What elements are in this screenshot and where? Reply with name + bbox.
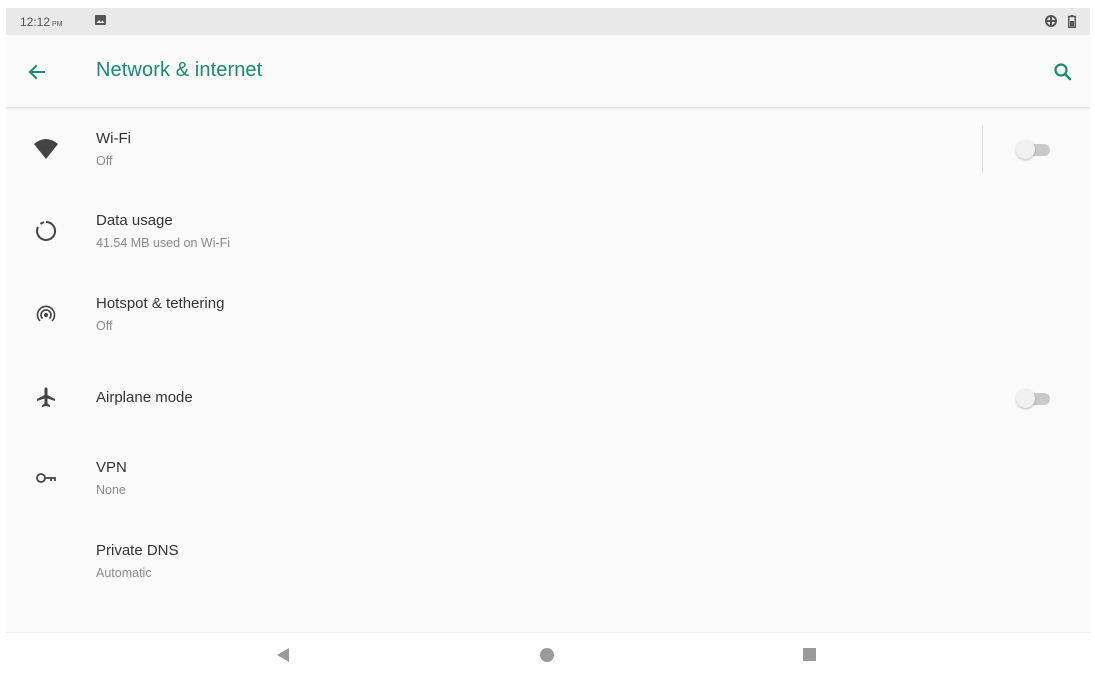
setting-row-wifi[interactable]: Wi-Fi Off — [6, 108, 1090, 191]
data-usage-text: Data usage 41.54 MB used on Wi-Fi — [96, 212, 230, 251]
hotspot-icon — [32, 300, 60, 328]
setting-row-airplane[interactable]: Airplane mode — [6, 357, 1090, 440]
data-usage-summary: 41.54 MB used on Wi-Fi — [96, 236, 231, 250]
setting-row-vpn[interactable]: VPN None — [6, 440, 1090, 523]
back-triangle-icon[interactable] — [276, 647, 290, 663]
search-button[interactable] — [1048, 57, 1078, 87]
hotspot-summary: Off — [96, 319, 113, 333]
data-usage-icon — [32, 217, 60, 245]
data-saver-icon — [1045, 15, 1057, 27]
search-icon — [1054, 63, 1072, 81]
wifi-summary: Off — [96, 154, 113, 168]
private-dns-text: Private DNS Automatic — [96, 542, 179, 581]
private-dns-summary: Automatic — [96, 566, 152, 580]
vpn-summary: None — [96, 483, 126, 497]
hotspot-title: Hotspot & tethering — [96, 295, 225, 312]
wifi-toggle-thumb — [1016, 140, 1035, 159]
photo-icon — [95, 15, 106, 25]
recents-square-icon[interactable] — [803, 648, 816, 661]
wifi-text: Wi-Fi Off — [96, 130, 131, 169]
home-circle-icon[interactable] — [540, 648, 554, 662]
status-ampm: PM — [52, 21, 63, 28]
battery-icon — [1068, 14, 1076, 28]
wifi-title: Wi-Fi — [96, 130, 131, 147]
private-dns-title: Private DNS — [96, 542, 179, 559]
airplane-icon — [32, 383, 60, 411]
back-button[interactable] — [22, 57, 52, 87]
airplane-toggle-thumb — [1016, 389, 1035, 408]
wifi-divider — [982, 125, 983, 173]
status-time: 12:12 PM — [20, 15, 63, 29]
setting-row-data-usage[interactable]: Data usage 41.54 MB used on Wi-Fi — [6, 191, 1090, 274]
vpn-text: VPN None — [96, 459, 127, 498]
screen: 12:12 PM Network & internet Wi-Fi Off Da… — [6, 8, 1090, 674]
wifi-toggle[interactable] — [1016, 140, 1052, 159]
wifi-icon — [32, 135, 60, 163]
status-right-icons — [1044, 14, 1076, 28]
arrow-back-icon — [28, 64, 45, 80]
setting-row-private-dns[interactable]: Private DNS Automatic — [6, 523, 1090, 606]
page-title: Network & internet — [96, 59, 263, 81]
airplane-text: Airplane mode — [96, 389, 193, 407]
settings-list: Wi-Fi Off Data usage 41.54 MB used on Wi… — [6, 108, 1090, 606]
app-bar: Network & internet — [6, 35, 1090, 108]
vpn-title: VPN — [96, 459, 127, 476]
data-usage-title: Data usage — [96, 212, 173, 229]
setting-row-hotspot[interactable]: Hotspot & tethering Off — [6, 274, 1090, 357]
status-time-value: 12:12 — [20, 15, 51, 29]
status-bar: 12:12 PM — [6, 8, 1090, 35]
hotspot-text: Hotspot & tethering Off — [96, 295, 224, 334]
airplane-title: Airplane mode — [96, 389, 193, 406]
nav-bar — [6, 632, 1090, 674]
vpn-key-icon — [32, 464, 60, 492]
airplane-toggle[interactable] — [1016, 389, 1052, 408]
